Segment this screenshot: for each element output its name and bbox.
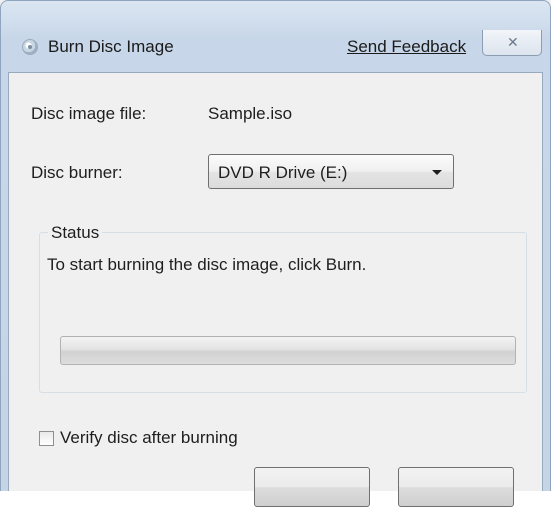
disc-burner-dropdown[interactable]: DVD R Drive (E:) — [208, 154, 454, 189]
verify-disc-checkbox[interactable] — [39, 430, 54, 446]
burn-disc-image-window: Burn Disc Image Send Feedback ✕ Disc ima… — [0, 0, 551, 507]
disc-burner-selected: DVD R Drive (E:) — [218, 163, 348, 182]
verify-disc-label: Verify disc after burning — [60, 428, 238, 447]
dialog-body: Disc image file: Sample.iso Disc burner:… — [8, 72, 543, 507]
disc-burner-label: Disc burner: — [31, 163, 123, 182]
chevron-down-icon — [432, 170, 442, 175]
window-title: Burn Disc Image — [48, 37, 174, 56]
title-bar[interactable]: Burn Disc Image Send Feedback ✕ — [0, 0, 551, 70]
disc-icon — [22, 39, 38, 55]
burn-button[interactable] — [254, 467, 370, 507]
status-group-title: Status — [48, 223, 103, 243]
verify-disc-option[interactable]: Verify disc after burning — [39, 427, 238, 449]
send-feedback-link[interactable]: Send Feedback — [347, 37, 466, 57]
status-message: To start burning the disc image, click B… — [47, 255, 367, 274]
burn-progress-bar — [60, 336, 516, 365]
close-button[interactable]: ✕ — [482, 30, 542, 56]
close-dialog-button[interactable] — [398, 467, 514, 507]
disc-image-file-value: Sample.iso — [208, 104, 293, 123]
disc-image-file-label: Disc image file: — [31, 104, 147, 123]
close-icon: ✕ — [507, 34, 519, 50]
